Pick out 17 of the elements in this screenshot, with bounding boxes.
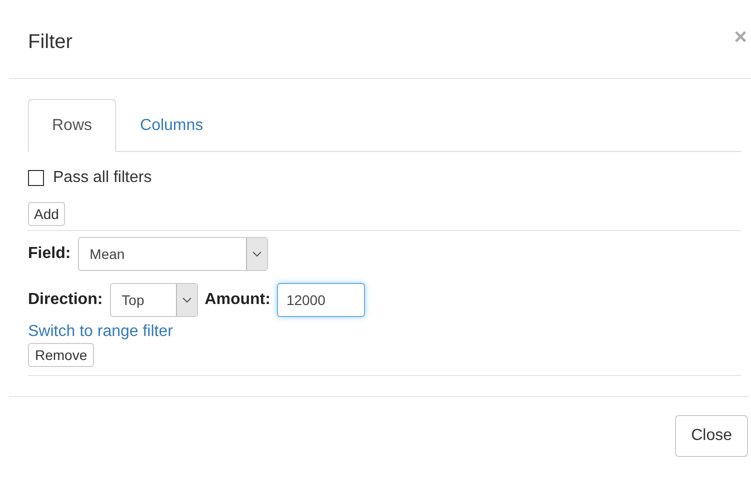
field-select[interactable]: Mean	[78, 237, 268, 271]
remove-button[interactable]: Remove	[28, 343, 94, 367]
tab[interactable]: Rows	[28, 99, 116, 152]
tab[interactable]: Columns	[116, 99, 228, 152]
checkbox[interactable]	[28, 170, 44, 186]
close-button[interactable]: Close	[675, 415, 748, 457]
checkbox-label: Pass all filters	[53, 169, 152, 187]
direction-label: Direction:	[28, 291, 103, 309]
add-button[interactable]: Add	[28, 202, 65, 226]
dialog-title: Filter	[28, 30, 72, 54]
amount-field[interactable]: 12000	[277, 283, 366, 317]
field-label: Field:	[28, 245, 71, 263]
amount-label: Amount:	[204, 291, 270, 309]
direction-select[interactable]: Top	[110, 283, 198, 317]
chevron-down-icon	[182, 297, 192, 303]
switch-link[interactable]: Switch to range filter	[28, 323, 173, 341]
chevron-down-icon	[252, 251, 262, 257]
